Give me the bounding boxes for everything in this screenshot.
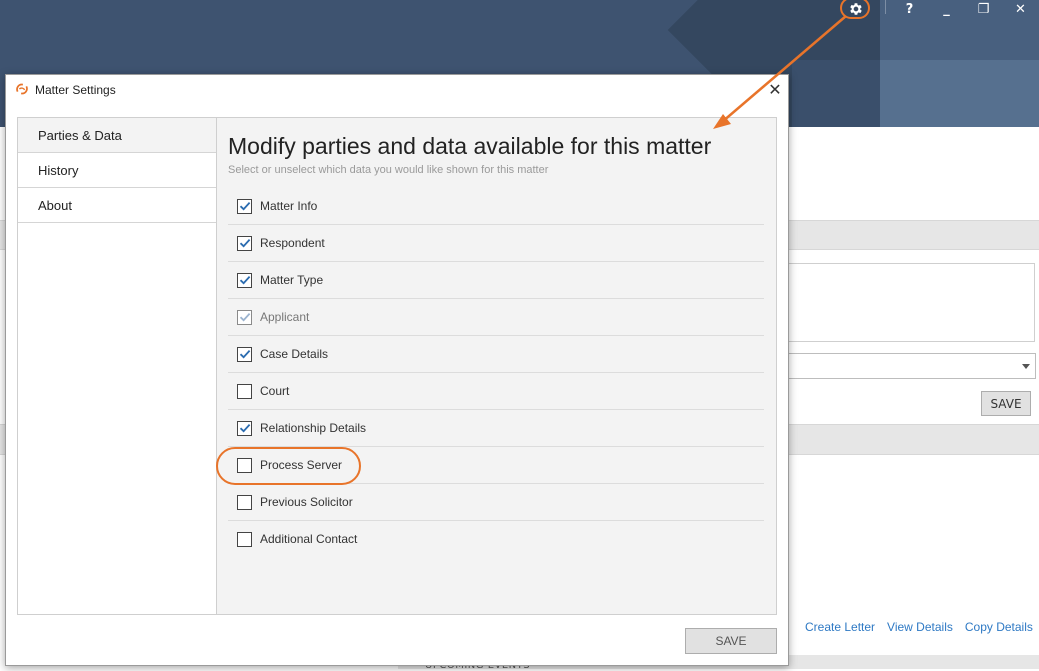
help-icon: ? bbox=[905, 1, 914, 17]
option-row: Court bbox=[228, 373, 764, 410]
checkmark-icon bbox=[239, 349, 250, 359]
view-details-link[interactable]: View Details bbox=[887, 620, 953, 634]
matter-settings-dialog: Matter Settings ✕ Parties & Data History… bbox=[5, 74, 789, 666]
option-checkbox[interactable] bbox=[237, 420, 252, 436]
chevron-down-icon bbox=[1022, 364, 1030, 369]
sidebar-item-history[interactable]: History bbox=[18, 153, 216, 188]
sidebar-item-label: About bbox=[38, 197, 72, 213]
checkmark-icon bbox=[239, 201, 250, 211]
checkmark-icon bbox=[239, 312, 250, 322]
background-save-button[interactable]: SAVE bbox=[981, 391, 1031, 416]
checkmark-icon bbox=[239, 238, 250, 248]
option-row: Case Details bbox=[228, 336, 764, 373]
close-icon: ✕ bbox=[1015, 1, 1026, 17]
dialog-title: Matter Settings bbox=[35, 83, 116, 97]
settings-sidebar: Parties & Data History About bbox=[18, 118, 217, 614]
app-logo-icon bbox=[16, 83, 28, 95]
sidebar-item-label: Parties & Data bbox=[38, 127, 122, 143]
option-checkbox bbox=[237, 309, 252, 325]
restore-icon: ❐ bbox=[977, 1, 990, 17]
option-checkbox[interactable] bbox=[237, 383, 252, 399]
option-checkbox[interactable] bbox=[237, 494, 252, 510]
option-label: Respondent bbox=[260, 236, 325, 250]
gear-highlight-ring bbox=[840, 0, 870, 19]
options-list: Matter Info Respondent Matter Type Applican… bbox=[228, 188, 764, 557]
window-controls: ? _ ❐ ✕ bbox=[891, 0, 1039, 18]
sidebar-item-parties-data[interactable]: Parties & Data bbox=[18, 118, 216, 153]
option-row: Relationship Details bbox=[228, 410, 764, 447]
option-row: Additional Contact bbox=[228, 521, 764, 557]
option-checkbox[interactable] bbox=[237, 346, 252, 362]
option-checkbox[interactable] bbox=[237, 198, 252, 214]
option-checkbox[interactable] bbox=[237, 272, 252, 288]
option-label: Relationship Details bbox=[260, 421, 367, 435]
checkmark-icon bbox=[239, 275, 250, 285]
option-checkbox[interactable] bbox=[237, 531, 252, 547]
option-label: Court bbox=[260, 384, 290, 398]
option-row: Previous Solicitor bbox=[228, 484, 764, 521]
checkmark-icon bbox=[239, 423, 250, 433]
option-checkbox[interactable] bbox=[237, 235, 252, 251]
create-letter-link[interactable]: Create Letter bbox=[805, 620, 875, 634]
save-button[interactable]: SAVE bbox=[685, 628, 777, 654]
option-label: Matter Type bbox=[260, 273, 324, 287]
action-links: Create Letter View Details Copy Details bbox=[805, 620, 1033, 634]
titlebar-decoration bbox=[792, 60, 880, 127]
titlebar-decoration bbox=[880, 60, 1039, 127]
background-dropdown[interactable] bbox=[788, 353, 1036, 379]
option-row: Matter Type bbox=[228, 262, 764, 299]
copy-details-link[interactable]: Copy Details bbox=[965, 620, 1033, 634]
notes-textarea[interactable] bbox=[788, 263, 1035, 342]
option-row: Respondent bbox=[228, 225, 764, 262]
titlebar-separator bbox=[885, 0, 886, 14]
option-label: Previous Solicitor bbox=[260, 495, 353, 509]
minimize-button[interactable]: _ bbox=[928, 0, 965, 18]
sidebar-item-about[interactable]: About bbox=[18, 188, 216, 223]
option-row: Applicant bbox=[228, 299, 764, 336]
sidebar-item-label: History bbox=[38, 162, 79, 178]
option-checkbox[interactable] bbox=[237, 457, 252, 473]
option-label: Applicant bbox=[260, 310, 310, 324]
option-row: Matter Info bbox=[228, 188, 764, 225]
dialog-close-button[interactable]: ✕ bbox=[766, 79, 784, 99]
page-subtitle: Select or unselect which data you would … bbox=[228, 164, 549, 176]
restore-button[interactable]: ❐ bbox=[965, 0, 1002, 18]
page-title: Modify parties and data available for th… bbox=[228, 133, 712, 159]
dialog-body: Parties & Data History About Modify part… bbox=[17, 117, 777, 615]
option-label: Additional Contact bbox=[260, 532, 358, 546]
help-button[interactable]: ? bbox=[891, 0, 928, 18]
close-app-button[interactable]: ✕ bbox=[1002, 0, 1039, 18]
option-label: Matter Info bbox=[260, 199, 318, 213]
option-label: Case Details bbox=[260, 347, 329, 361]
close-icon: ✕ bbox=[768, 79, 782, 99]
minimize-icon: _ bbox=[943, 1, 950, 17]
option-label: Process Server bbox=[260, 458, 343, 472]
option-row: Process Server bbox=[228, 447, 764, 484]
